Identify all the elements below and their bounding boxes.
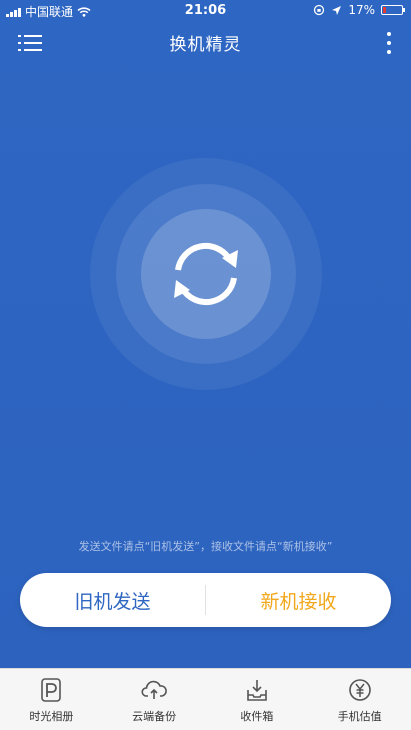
tab-album-label: 时光相册 (29, 710, 74, 723)
tab-valuation[interactable]: 手机估值 (308, 669, 411, 730)
tab-album[interactable]: 时光相册 (0, 669, 103, 730)
album-icon (41, 678, 62, 702)
cloud-upload-icon (141, 680, 168, 699)
more-vertical-icon[interactable] (385, 32, 393, 54)
status-bar: 中国联通 21:06 17% (0, 0, 411, 22)
tab-bar: 时光相册 云端备份 收件箱 手机估值 (0, 668, 411, 730)
new-phone-receive-button[interactable]: 新机接收 (206, 573, 391, 627)
old-phone-send-button[interactable]: 旧机发送 (20, 573, 205, 627)
location-icon (332, 5, 342, 15)
rotation-lock-icon (314, 4, 325, 16)
sync-icon (174, 242, 238, 306)
tab-valuation-label: 手机估值 (337, 710, 382, 723)
battery-percent: 17% (348, 3, 375, 17)
transfer-actions: 旧机发送 新机接收 (20, 573, 391, 627)
yuan-icon (348, 679, 371, 701)
tab-cloud-backup[interactable]: 云端备份 (103, 669, 206, 730)
page-title: 换机精灵 (169, 35, 242, 55)
tab-cloud-label: 云端备份 (132, 710, 177, 723)
inbox-icon (247, 680, 267, 701)
tab-inbox-label: 收件箱 (240, 710, 274, 723)
tab-inbox[interactable]: 收件箱 (206, 669, 309, 730)
battery-icon (381, 5, 405, 15)
header: 换机精灵 (0, 26, 411, 62)
hint-text: 发送文件请点“旧机发送”，接收文件请点“新机接收” (78, 540, 333, 553)
sync-rings (90, 158, 322, 390)
app-screen: 中国联通 21:06 17% 换机精灵 发送文件请点“旧机发送”，接收文件请点“… (0, 0, 411, 668)
